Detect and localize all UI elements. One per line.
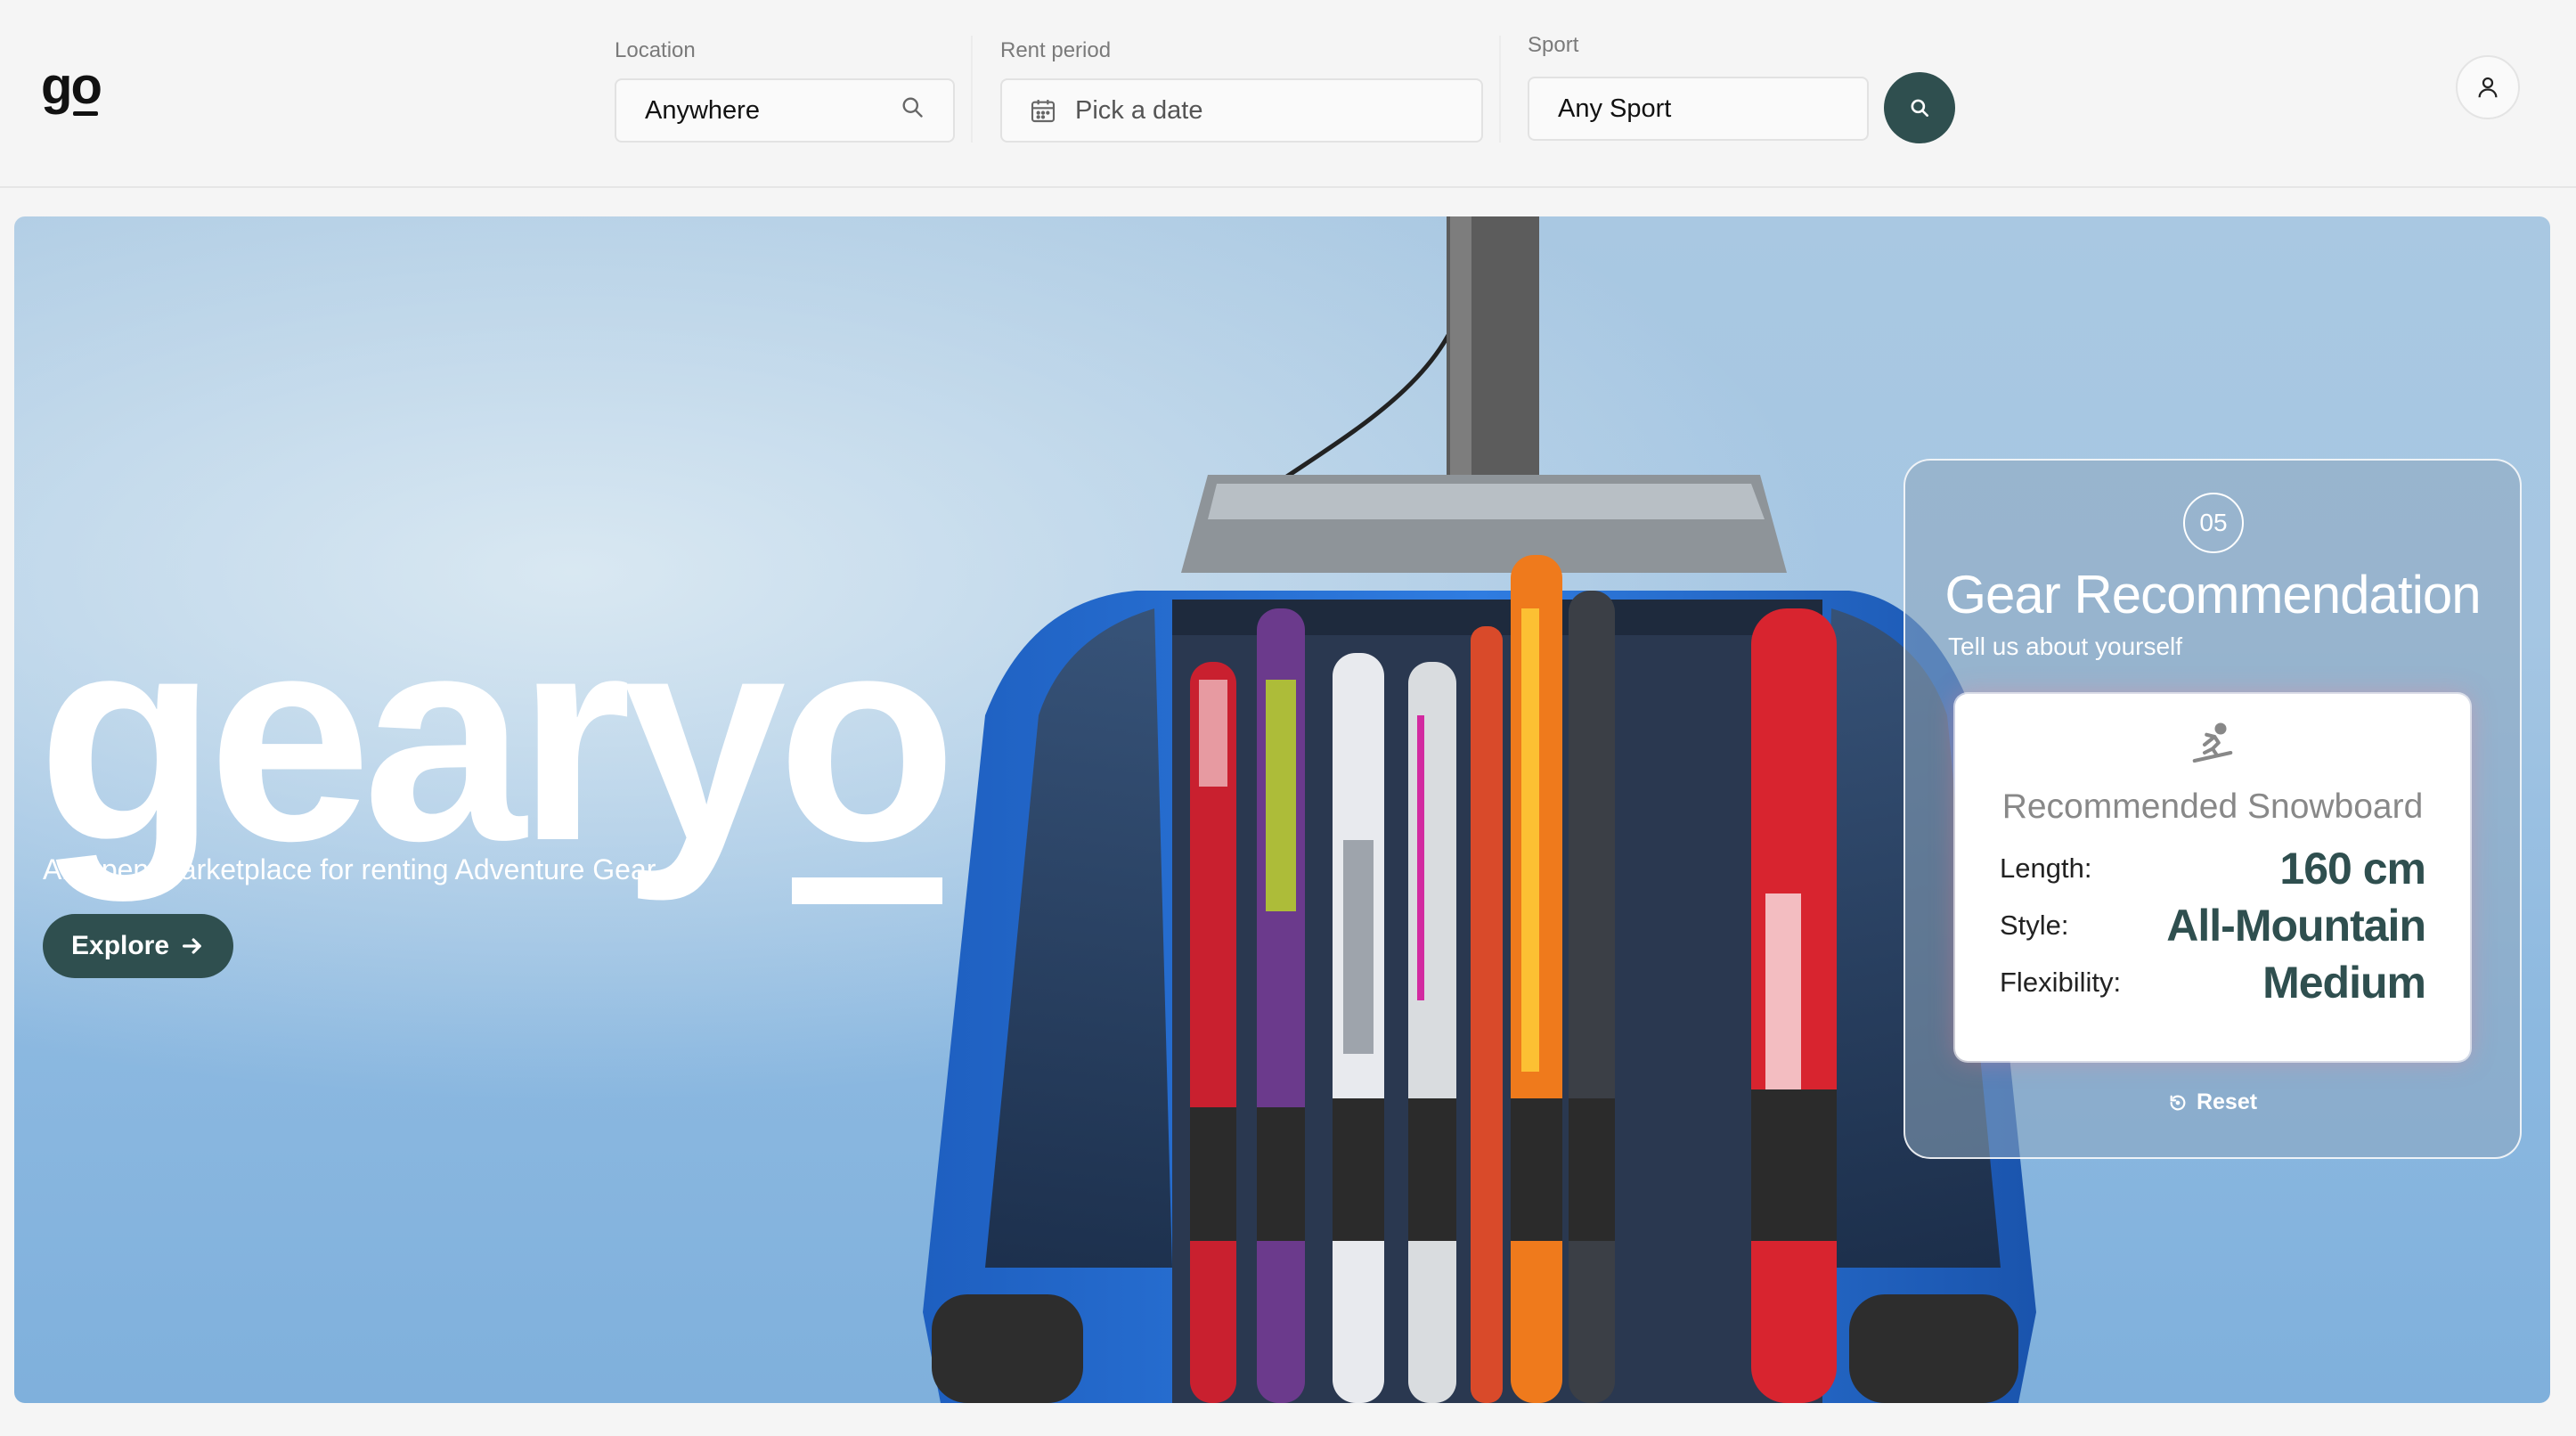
- reset-button-label: Reset: [2196, 1089, 2258, 1114]
- top-navigation-bar: go Location Anywhere Rent period Pick a …: [0, 0, 2576, 188]
- rent-period-field[interactable]: Pick a date: [1000, 78, 1483, 143]
- explore-button-label: Explore: [71, 931, 170, 960]
- spec-label: Style:: [2000, 910, 2069, 941]
- location-field[interactable]: Anywhere: [615, 78, 955, 143]
- brand-wordmark: gegaryaryo: [37, 573, 957, 904]
- search-icon[interactable]: [900, 94, 925, 126]
- brand-wordmark-o: o: [777, 573, 957, 904]
- page: go Location Anywhere Rent period Pick a …: [0, 0, 2576, 1436]
- spec-value: All-Mountain: [2166, 901, 2426, 951]
- spec-row-length: Length: 160 cm: [2000, 840, 2426, 897]
- logo[interactable]: go: [41, 55, 102, 118]
- account-button[interactable]: [2456, 55, 2520, 119]
- hero-banner: gegaryaryo An open marketplace for renti…: [14, 216, 2550, 1403]
- hero-tagline: An open marketplace for renting Adventur…: [43, 853, 656, 885]
- recommendation-result-panel: Recommended Snowboard Length: 160 cm Sty…: [1955, 694, 2470, 1061]
- divider: [971, 36, 973, 143]
- rent-period-label: Rent period: [1000, 38, 1112, 62]
- search-icon: [1908, 96, 1931, 119]
- gear-recommendation-card: 05 Gear Recommendation Tell us about you…: [1903, 459, 2522, 1159]
- spec-label: Length:: [2000, 853, 2092, 884]
- gear-recommendation-subtitle: Tell us about yourself: [1948, 632, 2183, 660]
- sport-label: Sport: [1528, 33, 1579, 57]
- location-label: Location: [615, 38, 696, 62]
- spec-label: Flexibility:: [2000, 967, 2122, 998]
- location-value: Anywhere: [645, 95, 760, 125]
- calendar-icon: [1029, 96, 1057, 125]
- spec-row-flexibility: Flexibility: Medium: [2000, 954, 2426, 1011]
- spec-value: 160 cm: [2279, 844, 2426, 893]
- gear-recommendation-title: Gear Recommendation: [1944, 565, 2481, 624]
- recommendation-result-title: Recommended Snowboard: [2001, 787, 2424, 826]
- reset-button[interactable]: Reset: [1905, 1089, 2520, 1115]
- divider: [1499, 36, 1501, 143]
- spec-value: Medium: [2262, 958, 2426, 1008]
- logo-letter-o: o: [70, 55, 102, 118]
- arrow-right-icon: [180, 934, 205, 959]
- logo-letter-g: g: [41, 57, 72, 115]
- explore-button[interactable]: Explore: [43, 914, 234, 978]
- rent-period-placeholder: Pick a date: [1075, 95, 1203, 125]
- search-button[interactable]: [1884, 72, 1955, 143]
- spec-row-style: Style: All-Mountain: [2000, 897, 2426, 954]
- reset-icon: [2168, 1093, 2188, 1113]
- sport-value: Any Sport: [1558, 94, 1672, 123]
- sport-select[interactable]: Any Sport: [1528, 77, 1869, 141]
- user-icon: [2474, 74, 2501, 101]
- step-badge: 05: [2183, 493, 2244, 553]
- snowboarder-icon: [2189, 721, 2237, 773]
